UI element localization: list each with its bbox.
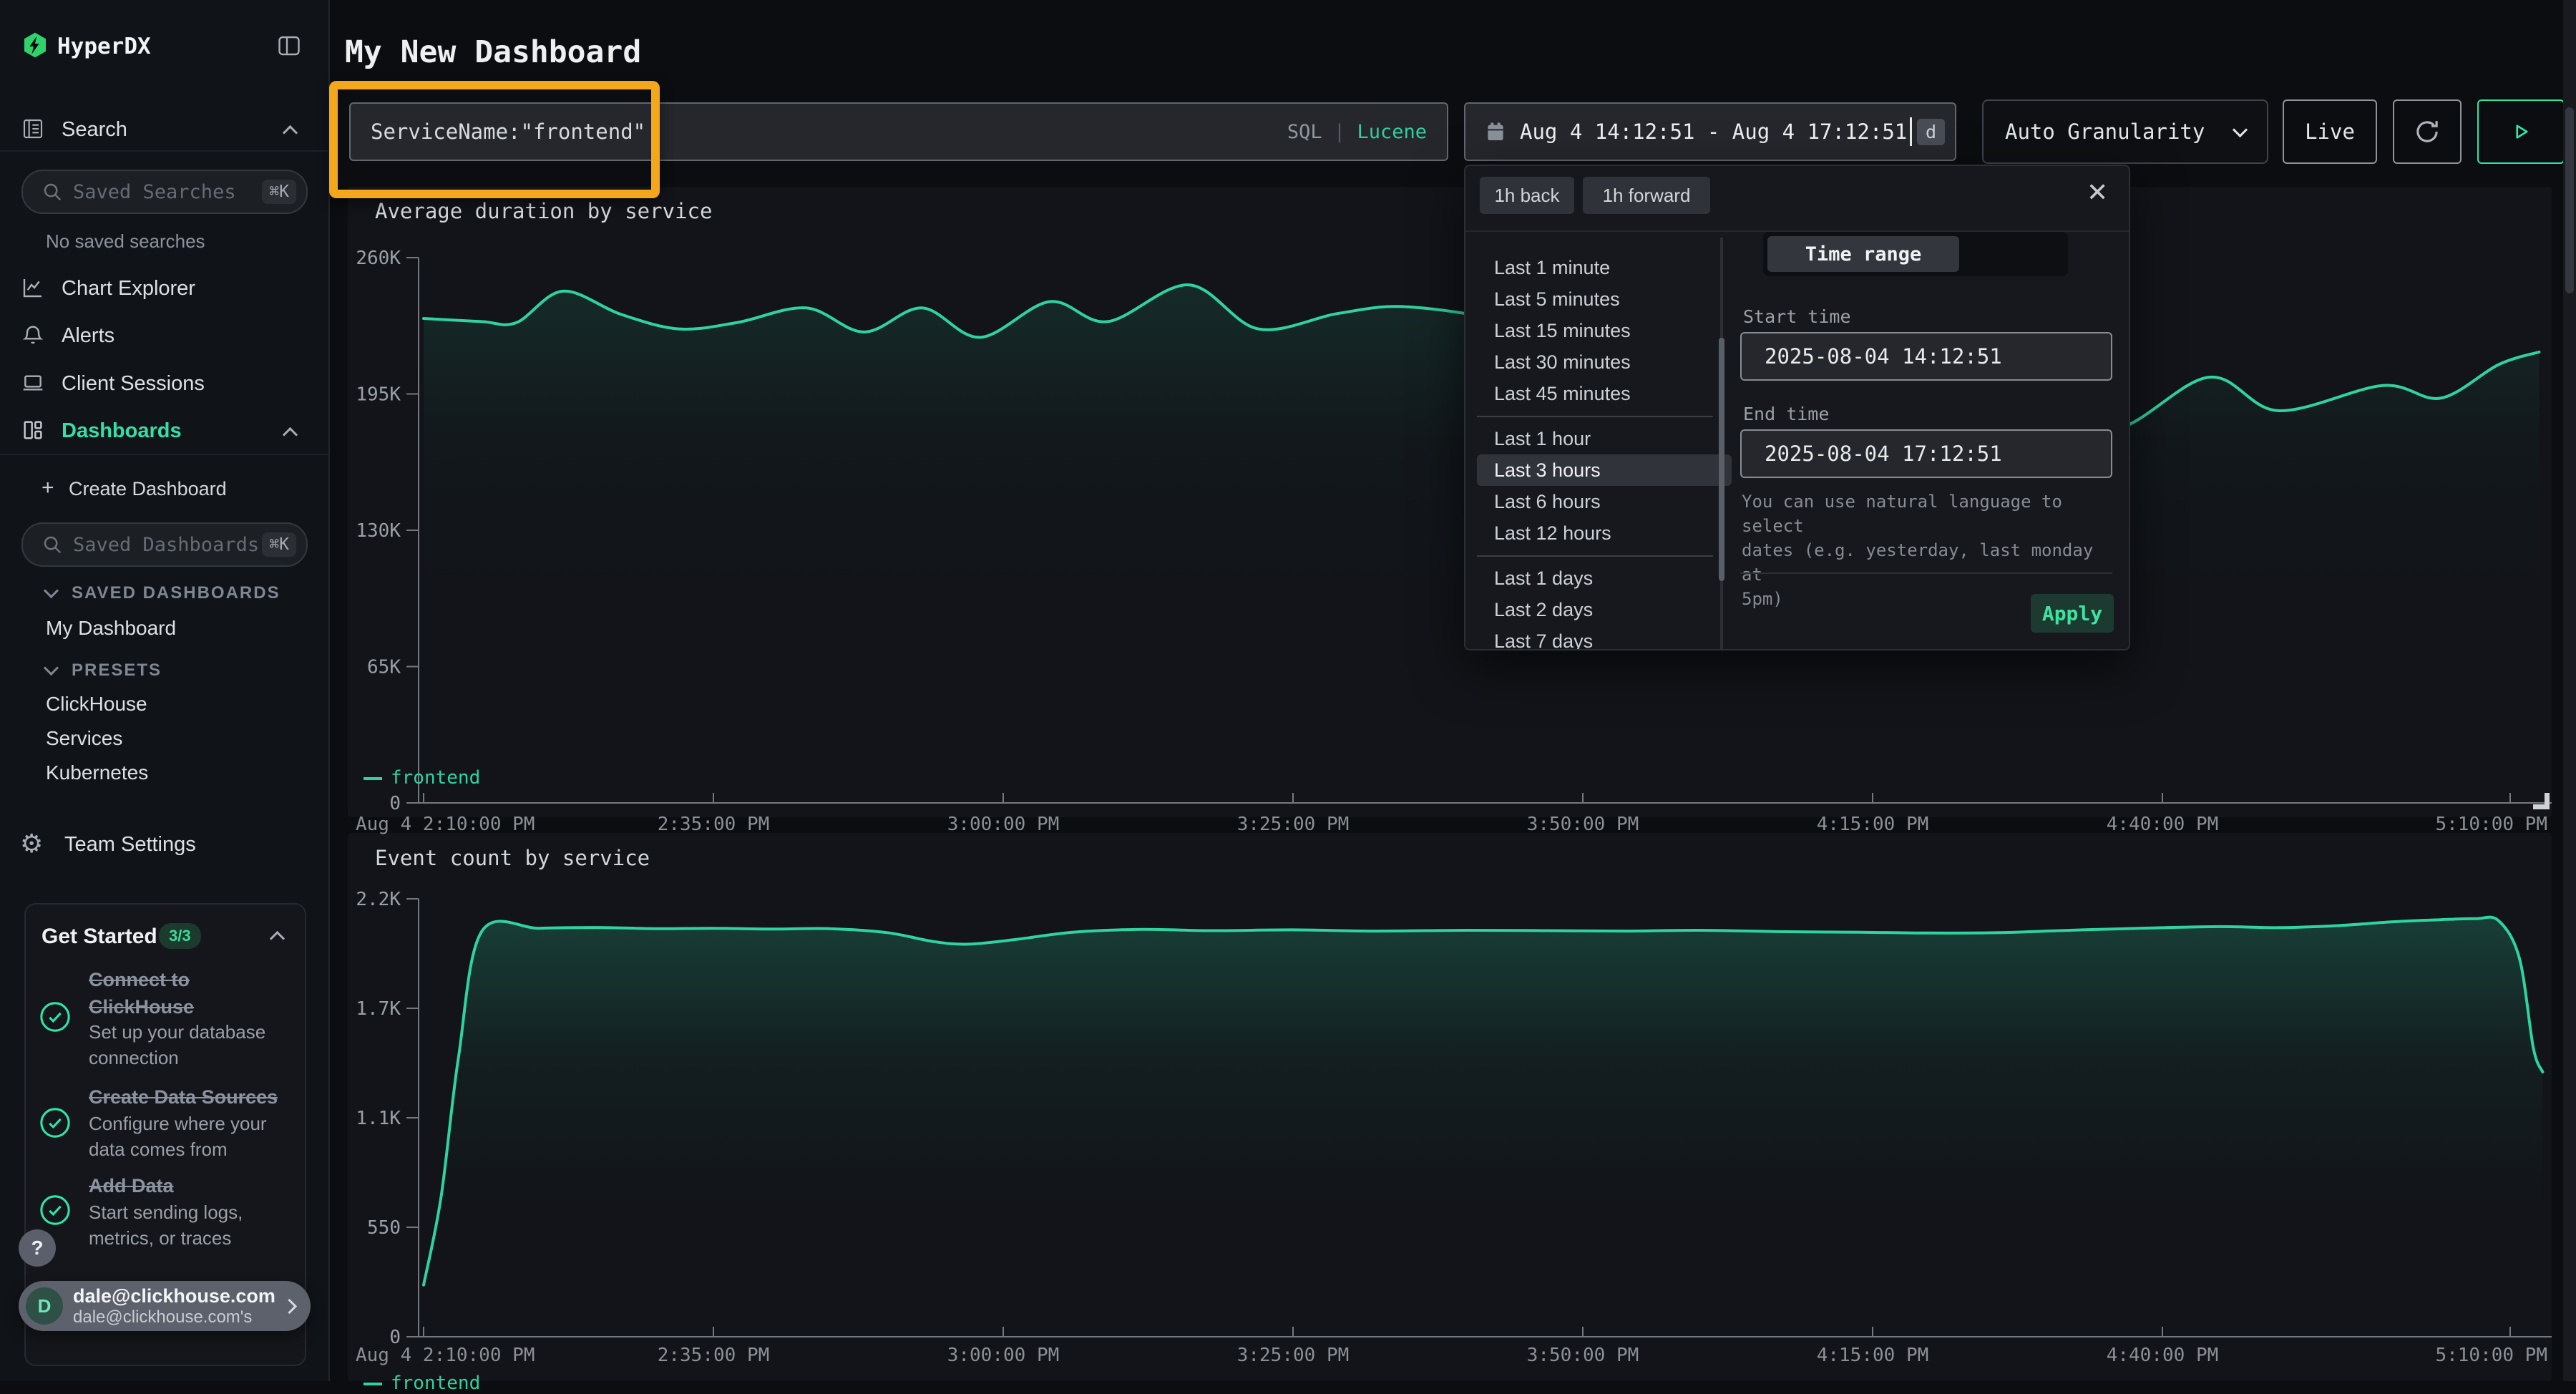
help-button[interactable]: ? — [19, 1229, 56, 1267]
user-email: dale@clickhouse.com — [73, 1285, 275, 1307]
svg-text:4:15:00 PM: 4:15:00 PM — [1817, 1345, 1929, 1366]
relative-option[interactable]: Last 3 hours — [1477, 454, 1732, 486]
question-mark-icon: ? — [31, 1237, 43, 1259]
panel-resize-handle[interactable] — [2533, 793, 2550, 809]
end-time-label: End time — [1743, 404, 1829, 424]
relative-option[interactable]: Last 30 minutes — [1477, 346, 1732, 378]
relative-option[interactable]: Last 7 days — [1477, 625, 1732, 650]
legend-line-swatch — [364, 777, 382, 780]
apply-button[interactable]: Apply — [2031, 594, 2114, 633]
svg-text:4:40:00 PM: 4:40:00 PM — [2107, 1345, 2219, 1366]
legend-line-swatch — [364, 1383, 382, 1385]
divider — [1477, 416, 1713, 417]
user-org: dale@clickhouse.com's — [73, 1307, 275, 1327]
relative-option[interactable]: Last 5 minutes — [1477, 283, 1732, 315]
end-time-input[interactable]: 2025-08-04 17:12:51 — [1740, 429, 2112, 478]
shift-forward-button[interactable]: 1h forward — [1583, 177, 1710, 214]
user-menu[interactable]: D dale@clickhouse.com dale@clickhouse.co… — [19, 1281, 311, 1331]
options-scroll-thumb[interactable] — [1719, 338, 1724, 581]
relative-option[interactable]: Last 1 hour — [1477, 423, 1732, 454]
svg-text:1.7K: 1.7K — [356, 998, 401, 1020]
tab-time-range[interactable]: Time range — [1767, 236, 1959, 272]
time-picker-popover: 1h back 1h forward ✕ Last 1 minuteLast 5… — [1464, 165, 2130, 650]
svg-text:2.2K: 2.2K — [356, 889, 401, 910]
event-count-chart[interactable]: 05501.1K1.7K2.2KAug 4 2:10:00 PM2:35:00 … — [0, 0, 2576, 1381]
relative-option[interactable]: Last 45 minutes — [1477, 378, 1732, 409]
legend-frontend[interactable]: frontend — [364, 1373, 480, 1394]
start-time-label: Start time — [1743, 306, 1851, 327]
relative-option[interactable]: Last 15 minutes — [1477, 315, 1732, 346]
start-time-value: 2025-08-04 14:12:51 — [1765, 344, 2002, 369]
svg-text:1.1K: 1.1K — [356, 1108, 401, 1129]
shift-back-button[interactable]: 1h back — [1480, 177, 1574, 214]
relative-option[interactable]: Last 12 hours — [1477, 517, 1732, 549]
chevron-right-icon — [282, 1298, 297, 1313]
annotation-highlight-box — [329, 81, 660, 198]
start-time-input[interactable]: 2025-08-04 14:12:51 — [1740, 332, 2112, 381]
legend-frontend[interactable]: frontend — [364, 767, 480, 789]
end-time-value: 2025-08-04 17:12:51 — [1765, 442, 2002, 466]
svg-text:3:00:00 PM: 3:00:00 PM — [947, 1345, 1060, 1366]
relative-option[interactable]: Last 2 days — [1477, 594, 1732, 625]
picker-tabs: Time range Around a time — [1763, 232, 2068, 276]
apply-label: Apply — [2042, 602, 2102, 625]
svg-text:3:25:00 PM: 3:25:00 PM — [1237, 1345, 1350, 1366]
svg-text:2:35:00 PM: 2:35:00 PM — [658, 1345, 770, 1366]
svg-text:Aug 4 2:10:00 PM: Aug 4 2:10:00 PM — [356, 1345, 535, 1366]
close-icon[interactable]: ✕ — [2087, 177, 2108, 208]
divider — [1477, 555, 1713, 557]
avatar: D — [26, 1287, 63, 1325]
divider — [1740, 572, 2112, 574]
svg-text:3:50:00 PM: 3:50:00 PM — [1527, 1345, 1639, 1366]
relative-option[interactable]: Last 6 hours — [1477, 486, 1732, 517]
relative-option[interactable]: Last 1 days — [1477, 562, 1732, 594]
svg-text:5:10:00 PM: 5:10:00 PM — [2435, 1345, 2547, 1366]
relative-option[interactable]: Last 1 minute — [1477, 252, 1732, 283]
svg-text:550: 550 — [367, 1217, 401, 1239]
natural-language-hint: You can use natural language to select d… — [1742, 489, 2114, 611]
